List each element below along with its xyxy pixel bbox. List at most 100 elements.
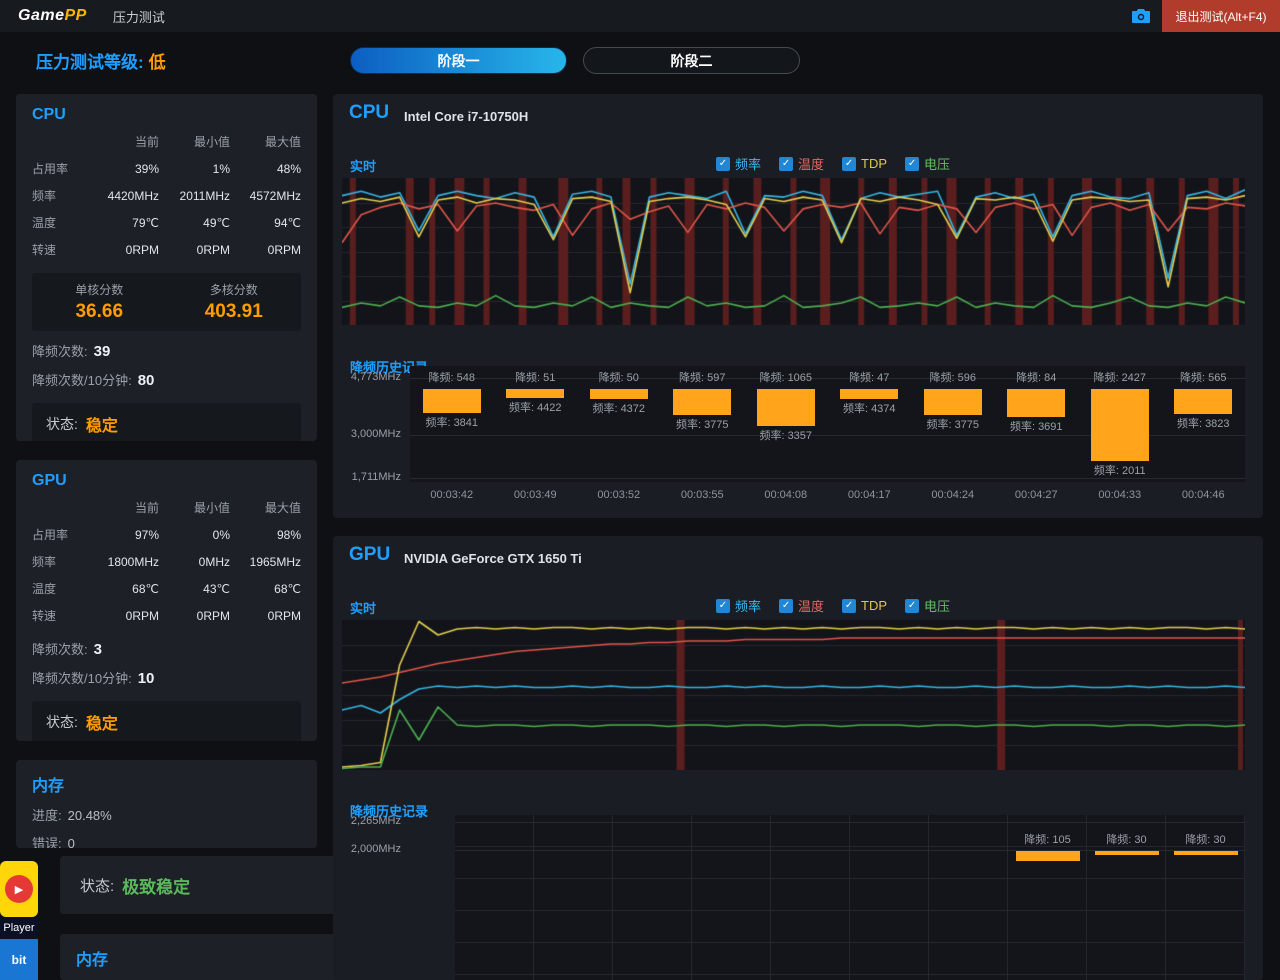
exit-test-button[interactable]: 退出测试(Alt+F4) — [1162, 0, 1280, 32]
cpu-realtime-chart — [342, 178, 1245, 325]
play-icon: ▶ — [5, 875, 33, 903]
throttle-bar — [1016, 851, 1080, 861]
throttle-entry: 降频: 597频率: 3775 — [661, 366, 745, 482]
stat-value: 0RPM — [88, 243, 159, 257]
player-label: Player — [0, 917, 38, 939]
cpu-throttle-count: 降频次数:39 — [32, 341, 301, 360]
throttle-value: 3 — [94, 641, 102, 658]
checkbox-checked-icon[interactable]: ✓ — [779, 599, 793, 613]
stat-value: 0RPM — [230, 609, 301, 623]
stat-value: 4420MHz — [88, 189, 159, 203]
checkbox-checked-icon[interactable]: ✓ — [779, 157, 793, 171]
legend-label: 温度 — [798, 154, 824, 173]
throttle-drop-label: 降频: 30 — [1106, 833, 1146, 848]
stat-row-label: 温度 — [32, 580, 88, 597]
app-title: 压力测试 — [113, 7, 165, 26]
memory-errors: 错误: 0 — [32, 833, 301, 848]
cpu-stats-panel: CPU 当前最小值最大值占用率39%1%48%频率4420MHz2011MHz4… — [16, 94, 317, 441]
tab-stage-1[interactable]: 阶段一 — [350, 47, 567, 74]
stat-value: 0RPM — [230, 243, 301, 257]
errors-value: 0 — [68, 836, 75, 848]
player-overlay: ▶ Player bit — [0, 861, 38, 980]
checkbox-checked-icon[interactable]: ✓ — [716, 599, 730, 613]
throttle-label: 降频次数: — [32, 642, 88, 657]
realtime-label: 实时 — [350, 598, 376, 617]
throttle-entry: 降频: 1065频率: 3357 — [744, 366, 828, 482]
gpu-history-columns: 降频: 105降频: 30降频: 30 — [455, 815, 1245, 980]
realtime-label: 实时 — [350, 156, 376, 175]
stat-row-label: 转速 — [32, 607, 88, 624]
legend-label: 频率 — [735, 596, 761, 615]
empty-slot — [613, 815, 692, 980]
stat-value: 68℃ — [88, 582, 159, 596]
throttle-drop-label: 降频: 1065 — [759, 371, 812, 386]
cpu-history-chart: 降频: 548频率: 3841降频: 51频率: 4422降频: 50频率: 4… — [410, 366, 1245, 482]
legend-item-电压[interactable]: ✓电压 — [905, 154, 950, 173]
legend-item-TDP[interactable]: ✓TDP — [842, 596, 887, 615]
checkbox-checked-icon[interactable]: ✓ — [905, 599, 919, 613]
stat-col-header: 最小值 — [159, 133, 230, 150]
play-button[interactable]: ▶ — [0, 861, 38, 917]
throttle-drop-label: 降频: 51 — [515, 371, 555, 386]
time-label: 00:03:42 — [410, 489, 494, 501]
cpu-time-axis: 00:03:4200:03:4900:03:5200:03:5500:04:08… — [410, 489, 1245, 501]
legend-item-电压[interactable]: ✓ 电压 — [905, 596, 950, 615]
stat-value: 39% — [88, 162, 159, 176]
status-value: 稳定 — [86, 412, 118, 436]
throttle-entry: 降频: 30 — [1166, 815, 1245, 980]
empty-slot — [455, 815, 534, 980]
stat-row: 温度68℃43℃68℃ — [32, 575, 301, 602]
camera-icon[interactable] — [1120, 9, 1162, 23]
stat-header-row: 当前最小值最大值 — [32, 128, 301, 155]
time-label: 00:03:55 — [661, 489, 745, 501]
stat-row-label: 温度 — [32, 214, 88, 231]
legend-label: 电压 — [924, 596, 950, 615]
stat-value: 4572MHz — [230, 189, 301, 203]
throttle10-value: 80 — [138, 372, 155, 389]
stress-level-label: 压力测试等级: — [36, 53, 144, 72]
status-label: 状态: — [80, 875, 114, 896]
time-label: 00:04:46 — [1162, 489, 1246, 501]
tab-stage-2[interactable]: 阶段二 — [583, 47, 800, 74]
memory-panel-title: 内存 — [32, 772, 317, 796]
single-core-value: 36.66 — [32, 301, 167, 323]
legend-item-TDP[interactable]: ✓TDP — [842, 154, 887, 173]
cpu-legend: ✓频率✓温度✓TDP✓电压 — [716, 154, 950, 173]
errors-label: 错误: — [32, 836, 62, 848]
checkbox-checked-icon[interactable]: ✓ — [716, 157, 730, 171]
gpu-status-box: 状态:稳定 — [32, 701, 301, 741]
multi-core-value: 403.91 — [167, 301, 302, 323]
throttle-bar — [506, 389, 564, 398]
stat-value: 49℃ — [159, 216, 230, 230]
legend-item-温度[interactable]: ✓ 温度 — [779, 596, 824, 615]
legend-item-频率[interactable]: ✓ 频率 — [716, 596, 761, 615]
stat-row-label: 频率 — [32, 553, 88, 570]
memory-stats-panel: 内存 进度:20.48% 错误:0 — [16, 760, 317, 848]
throttle10-value: 10 — [138, 670, 155, 687]
checkbox-checked-icon[interactable]: ✓ — [842, 157, 856, 171]
time-label: 00:03:52 — [577, 489, 661, 501]
ytick: 3,000MHz — [341, 428, 401, 440]
cpu-history-columns: 降频: 548频率: 3841降频: 51频率: 4422降频: 50频率: 4… — [410, 366, 1245, 482]
legend-label: 温度 — [798, 596, 824, 615]
gpu-throttle-10min: 降频次数/10分钟:10 — [32, 668, 301, 687]
checkbox-checked-icon[interactable]: ✓ — [842, 599, 856, 613]
stat-value: 79℃ — [88, 216, 159, 230]
stat-col-header: 最大值 — [230, 133, 301, 150]
stat-value: 43℃ — [159, 582, 230, 596]
ytick: 1,711MHz — [341, 471, 401, 483]
gpu-history-chart: 降频: 105降频: 30降频: 30 — [455, 815, 1245, 980]
throttle-bar — [1007, 389, 1065, 417]
stress-level: 压力测试等级:低 — [36, 48, 166, 73]
throttle-freq-label: 频率: 4372 — [592, 402, 645, 417]
checkbox-checked-icon[interactable]: ✓ — [905, 157, 919, 171]
stat-value: 1800MHz — [88, 555, 159, 569]
stat-row: 频率1800MHz0MHz1965MHz — [32, 548, 301, 575]
cpu-throttle-10min: 降频次数/10分钟:80 — [32, 370, 301, 389]
legend-item-温度[interactable]: ✓ 温度 — [779, 154, 824, 173]
legend-item-频率[interactable]: ✓频率 — [716, 154, 761, 173]
stat-row-label: 占用率 — [32, 160, 88, 177]
single-core-label: 单核分数 — [32, 281, 167, 298]
status-label: 状态: — [46, 712, 78, 732]
stat-value: 0% — [159, 528, 230, 542]
